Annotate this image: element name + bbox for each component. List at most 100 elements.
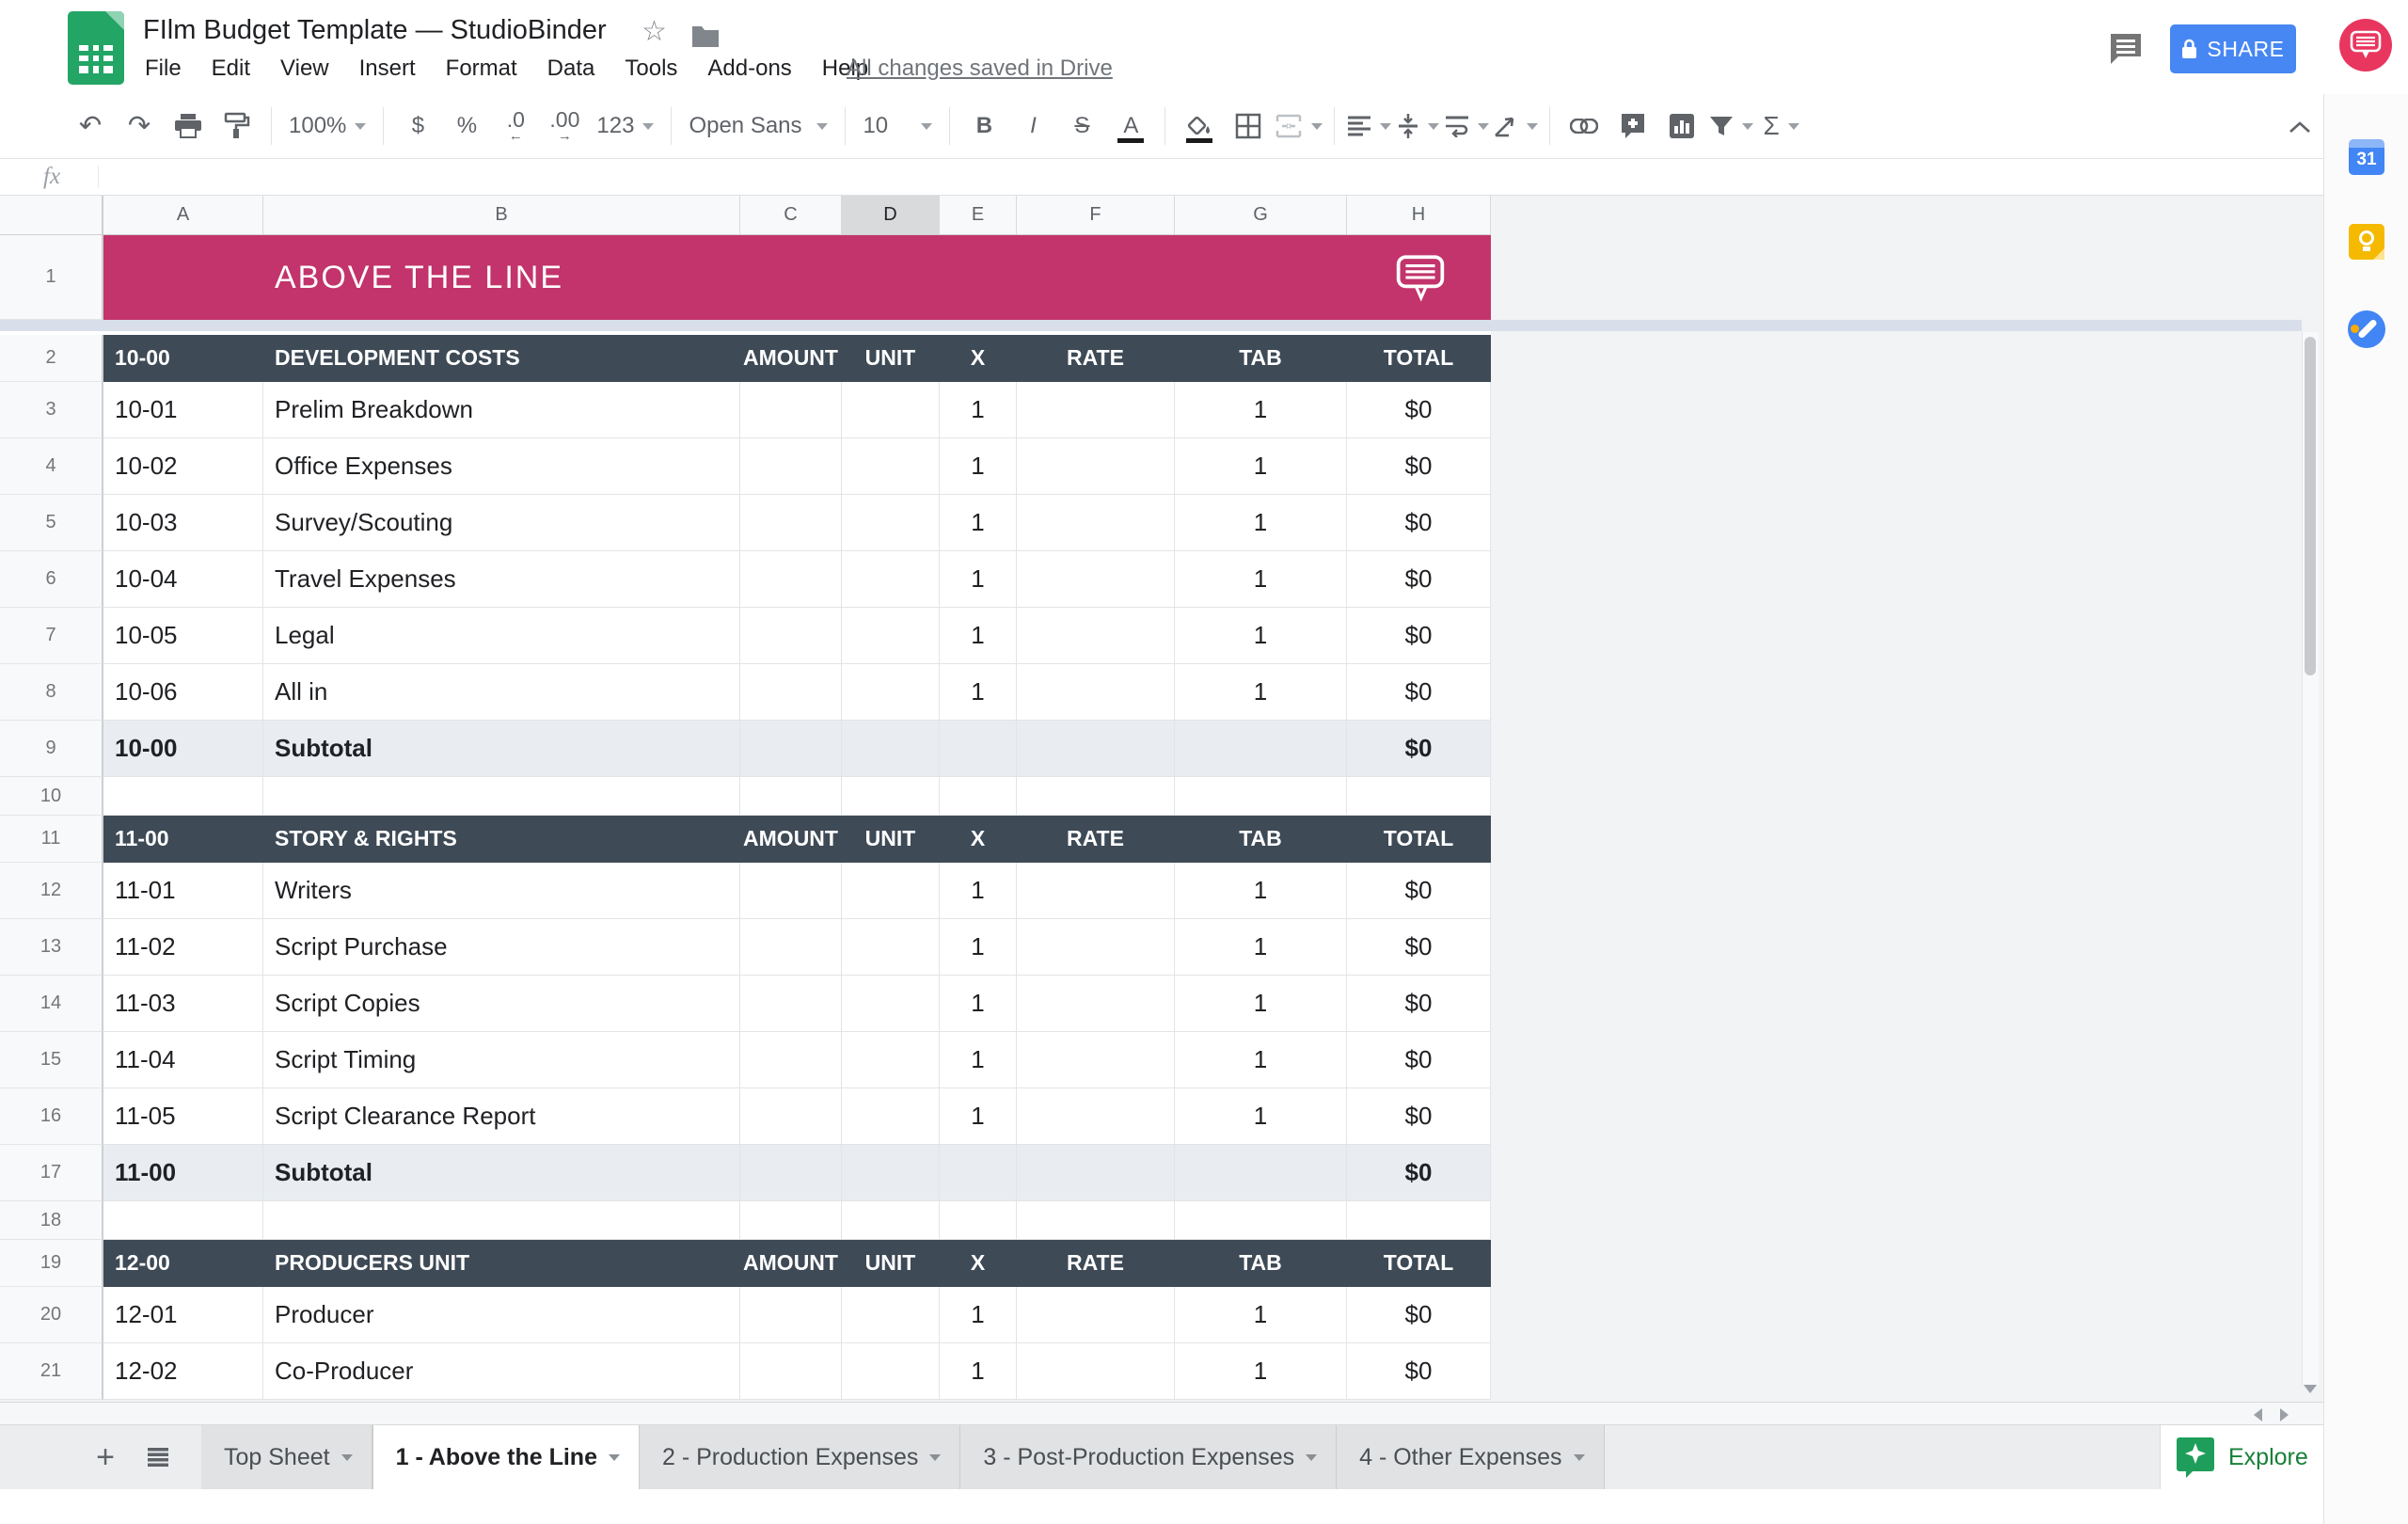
font-select[interactable]: Open Sans xyxy=(683,103,833,149)
cell-A15[interactable]: 11-04 xyxy=(103,1032,263,1088)
cell-B19[interactable]: PRODUCERS UNIT xyxy=(263,1240,740,1287)
cell-C5[interactable] xyxy=(740,495,842,551)
cell-C20[interactable] xyxy=(740,1287,842,1343)
cell-D5[interactable] xyxy=(842,495,940,551)
cell-A10[interactable] xyxy=(103,777,263,816)
cell-G16[interactable]: 1 xyxy=(1175,1088,1347,1145)
cell-D21[interactable] xyxy=(842,1343,940,1400)
cell-F9[interactable] xyxy=(1017,721,1175,777)
all-sheets-button[interactable] xyxy=(132,1425,184,1489)
cell-A12[interactable]: 11-01 xyxy=(103,863,263,919)
cell-B21[interactable]: Co-Producer xyxy=(263,1343,740,1400)
cell-H12[interactable]: $0 xyxy=(1347,863,1491,919)
row-header-13[interactable]: 13 xyxy=(0,919,103,976)
cell-C14[interactable] xyxy=(740,976,842,1032)
cell-H7[interactable]: $0 xyxy=(1347,608,1491,664)
cell-C19[interactable]: AMOUNT xyxy=(740,1240,842,1287)
cell-G3[interactable]: 1 xyxy=(1175,382,1347,438)
sheet-tab-top-sheet[interactable]: Top Sheet xyxy=(201,1425,372,1489)
row-header-4[interactable]: 4 xyxy=(0,438,103,495)
cell-E18[interactable] xyxy=(940,1201,1017,1240)
cell-F15[interactable] xyxy=(1017,1032,1175,1088)
cell-H11[interactable]: TOTAL xyxy=(1347,816,1491,863)
cell-F21[interactable] xyxy=(1017,1343,1175,1400)
cell-C13[interactable] xyxy=(740,919,842,976)
star-icon[interactable]: ☆ xyxy=(642,15,667,48)
cell-D13[interactable] xyxy=(842,919,940,976)
italic-button[interactable]: I xyxy=(1010,103,1055,149)
cell-E5[interactable]: 1 xyxy=(940,495,1017,551)
cell-H14[interactable]: $0 xyxy=(1347,976,1491,1032)
insert-chart-button[interactable] xyxy=(1659,103,1704,149)
row-header-16[interactable]: 16 xyxy=(0,1088,103,1145)
cell-C21[interactable] xyxy=(740,1343,842,1400)
menu-file[interactable]: File xyxy=(141,54,185,84)
cell-A14[interactable]: 11-03 xyxy=(103,976,263,1032)
column-header-B[interactable]: B xyxy=(263,196,740,234)
cell-D19[interactable]: UNIT xyxy=(842,1240,940,1287)
menu-view[interactable]: View xyxy=(277,54,333,84)
scroll-down-arrow-icon[interactable] xyxy=(2304,1385,2317,1393)
cell-D15[interactable] xyxy=(842,1032,940,1088)
cell-F16[interactable] xyxy=(1017,1088,1175,1145)
menu-edit[interactable]: Edit xyxy=(208,54,254,84)
cell-D14[interactable] xyxy=(842,976,940,1032)
cell-G11[interactable]: TAB xyxy=(1175,816,1347,863)
cell-H2[interactable]: TOTAL xyxy=(1347,335,1491,382)
cell-B13[interactable]: Script Purchase xyxy=(263,919,740,976)
cell-B18[interactable] xyxy=(263,1201,740,1240)
cell-H10[interactable] xyxy=(1347,777,1491,816)
undo-button[interactable]: ↶ xyxy=(68,103,113,149)
cell-D6[interactable] xyxy=(842,551,940,608)
cell-A20[interactable]: 12-01 xyxy=(103,1287,263,1343)
explore-button[interactable]: Explore xyxy=(2160,1425,2323,1489)
cell-C11[interactable]: AMOUNT xyxy=(740,816,842,863)
column-header-D[interactable]: D xyxy=(842,196,940,234)
menu-insert[interactable]: Insert xyxy=(356,54,420,84)
menu-add-ons[interactable]: Add-ons xyxy=(704,54,795,84)
formula-input[interactable] xyxy=(99,159,2323,195)
cell-B10[interactable] xyxy=(263,777,740,816)
paint-format-button[interactable] xyxy=(214,103,260,149)
increase-decimal-button[interactable]: .00→ xyxy=(542,103,587,149)
filter-button[interactable] xyxy=(1708,103,1753,149)
functions-button[interactable]: Σ xyxy=(1757,103,1804,149)
sheet-tab-4-other-expenses[interactable]: 4 - Other Expenses xyxy=(1337,1425,1604,1489)
cell-H3[interactable]: $0 xyxy=(1347,382,1491,438)
sheet-tab-1-above-the-line[interactable]: 1 - Above the Line xyxy=(372,1425,640,1489)
row-header-6[interactable]: 6 xyxy=(0,551,103,608)
column-header-F[interactable]: F xyxy=(1017,196,1175,234)
insert-link-button[interactable] xyxy=(1561,103,1607,149)
cell-C2[interactable]: AMOUNT xyxy=(740,335,842,382)
cell-E3[interactable]: 1 xyxy=(940,382,1017,438)
more-formats-button[interactable]: 123 xyxy=(591,103,659,149)
cell-A8[interactable]: 10-06 xyxy=(103,664,263,721)
row-header-20[interactable]: 20 xyxy=(0,1287,103,1343)
cell-E14[interactable]: 1 xyxy=(940,976,1017,1032)
cell-F5[interactable] xyxy=(1017,495,1175,551)
font-size-select[interactable]: 10 xyxy=(857,103,938,149)
sheet-tab-3-post-production-expenses[interactable]: 3 - Post-Production Expenses xyxy=(960,1425,1337,1489)
cell-A17[interactable]: 11-00 xyxy=(103,1145,263,1201)
cell-G7[interactable]: 1 xyxy=(1175,608,1347,664)
cell-C10[interactable] xyxy=(740,777,842,816)
cell-A2[interactable]: 10-00 xyxy=(103,335,263,382)
cell-A19[interactable]: 12-00 xyxy=(103,1240,263,1287)
row-header-21[interactable]: 21 xyxy=(0,1343,103,1400)
format-currency-button[interactable]: $ xyxy=(395,103,440,149)
cell-B8[interactable]: All in xyxy=(263,664,740,721)
zoom-select[interactable]: 100% xyxy=(283,103,372,149)
cell-H20[interactable]: $0 xyxy=(1347,1287,1491,1343)
cell-E8[interactable]: 1 xyxy=(940,664,1017,721)
document-title[interactable]: FIlm Budget Template — StudioBinder xyxy=(143,15,607,46)
column-header-C[interactable]: C xyxy=(740,196,842,234)
text-rotation-button[interactable] xyxy=(1493,103,1538,149)
cell-A4[interactable]: 10-02 xyxy=(103,438,263,495)
cell-F17[interactable] xyxy=(1017,1145,1175,1201)
cell-B12[interactable]: Writers xyxy=(263,863,740,919)
select-all-corner[interactable] xyxy=(0,196,103,234)
cell-B9[interactable]: Subtotal xyxy=(263,721,740,777)
row-header-2[interactable]: 2 xyxy=(0,335,103,382)
cell-H18[interactable] xyxy=(1347,1201,1491,1240)
cell-E15[interactable]: 1 xyxy=(940,1032,1017,1088)
